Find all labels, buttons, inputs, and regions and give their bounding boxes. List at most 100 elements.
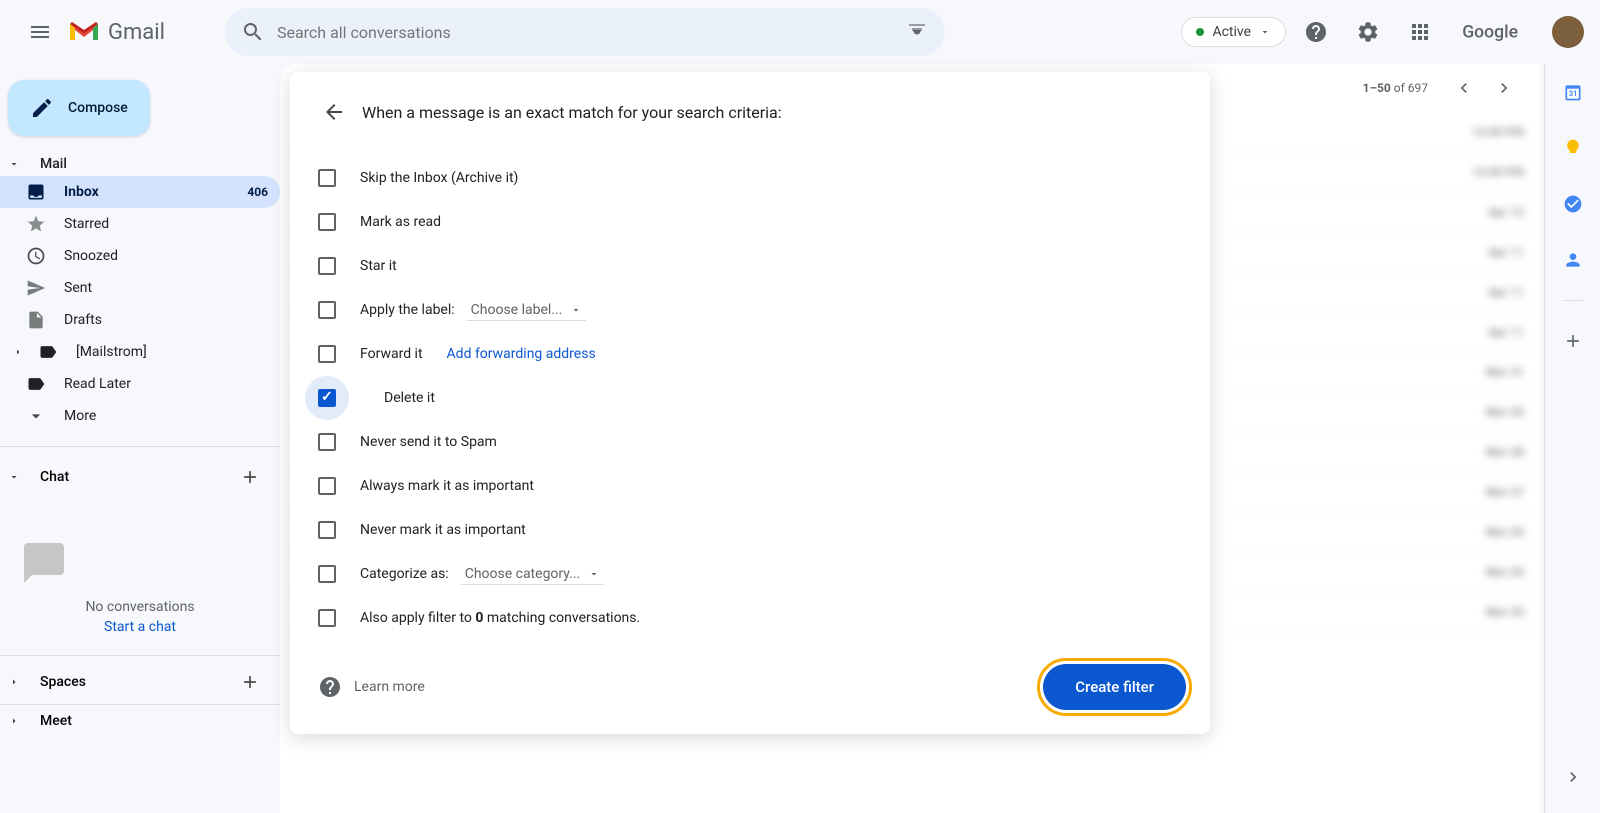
chat-section: Chat No conversations Start a chat — [0, 446, 280, 655]
meet-header-label: Meet — [40, 713, 72, 729]
chat-header-label: Chat — [40, 469, 69, 485]
category-select[interactable]: Choose category... — [461, 564, 605, 585]
filter-label: Never send it to Spam — [360, 434, 497, 450]
checkbox-categorize[interactable] — [318, 565, 336, 583]
collapse-panel-button[interactable] — [1553, 757, 1593, 797]
dialog-header: When a message is an exact match for you… — [314, 92, 1186, 132]
nav-label: Read Later — [64, 376, 268, 392]
filter-row-star: Star it — [318, 244, 1186, 288]
filter-row-alsoapply: Also apply filter to 0 matching conversa… — [318, 596, 1186, 640]
sidebar-item-snoozed[interactable]: Snoozed — [0, 240, 280, 272]
filter-row-neverspam: Never send it to Spam — [318, 420, 1186, 464]
sidebar-item-drafts[interactable]: Drafts — [0, 304, 280, 336]
checkbox-mark-read[interactable] — [318, 213, 336, 231]
filter-label: Delete it — [384, 390, 435, 406]
chat-header[interactable]: Chat — [0, 455, 280, 499]
divider — [1563, 300, 1583, 301]
checkbox-apply-label[interactable] — [318, 301, 336, 319]
meet-section: Meet — [0, 704, 280, 733]
checkbox-also-apply[interactable] — [318, 609, 336, 627]
new-space-button[interactable] — [232, 664, 268, 700]
search-icon — [241, 20, 265, 44]
sidebar-item-inbox[interactable]: Inbox 406 — [0, 176, 280, 208]
filter-label: Never mark it as important — [360, 522, 526, 538]
filter-row-delete: Delete it — [318, 376, 1186, 420]
logo-text: Gmail — [108, 20, 165, 45]
filter-label: Skip the Inbox (Archive it) — [360, 170, 518, 186]
header-right: Active Google — [1181, 10, 1584, 54]
checkbox-skip-inbox[interactable] — [318, 169, 336, 187]
header: Gmail Active Google — [0, 0, 1600, 64]
keep-button[interactable] — [1553, 128, 1593, 168]
checkbox-never-important[interactable] — [318, 521, 336, 539]
tasks-button[interactable] — [1553, 184, 1593, 224]
mail-header[interactable]: Mail — [0, 152, 280, 176]
next-page-button[interactable] — [1484, 68, 1524, 108]
sidebar: Compose Mail Inbox 406 Starred Snoozed S… — [0, 64, 280, 813]
start-chat-link[interactable]: Start a chat — [20, 619, 260, 635]
contacts-button[interactable] — [1553, 240, 1593, 280]
help-icon — [1304, 20, 1328, 44]
meet-header[interactable]: Meet — [0, 709, 280, 733]
spaces-header-label: Spaces — [40, 674, 86, 690]
chevron-right-icon — [1563, 767, 1583, 787]
filter-label: Star it — [360, 258, 397, 274]
learn-more-link[interactable]: Learn more — [318, 675, 425, 699]
nav-count: 406 — [247, 185, 268, 199]
add-forwarding-link[interactable]: Add forwarding address — [447, 346, 596, 362]
create-filter-button[interactable]: Create filter — [1043, 664, 1186, 710]
send-icon — [26, 278, 46, 298]
label-select[interactable]: Choose label... — [467, 300, 587, 321]
pencil-icon — [30, 96, 54, 120]
nav-label: Inbox — [64, 184, 247, 200]
sidebar-item-more[interactable]: More — [0, 400, 280, 432]
prev-page-button[interactable] — [1444, 68, 1484, 108]
search-options-icon[interactable] — [905, 20, 929, 44]
main-menu-button[interactable] — [16, 8, 64, 56]
filter-label: Mark as read — [360, 214, 441, 230]
new-chat-button[interactable] — [232, 459, 268, 495]
help-icon — [318, 675, 342, 699]
checkbox-always-important[interactable] — [318, 477, 336, 495]
search-bar[interactable] — [225, 8, 945, 56]
back-button[interactable] — [314, 92, 354, 132]
chevron-left-icon — [1454, 78, 1474, 98]
compose-button[interactable]: Compose — [8, 80, 150, 136]
filter-label: Also apply filter to 0 matching conversa… — [360, 610, 640, 626]
checkbox-forward[interactable] — [318, 345, 336, 363]
settings-button[interactable] — [1346, 10, 1390, 54]
account-avatar[interactable] — [1552, 16, 1584, 48]
chevron-down-icon — [26, 406, 46, 426]
draft-icon — [26, 310, 46, 330]
spaces-header[interactable]: Spaces — [0, 660, 280, 704]
mail-header-label: Mail — [40, 156, 67, 172]
checkbox-never-spam[interactable] — [318, 433, 336, 451]
sidebar-item-mailstrom[interactable]: [Mailstrom] — [0, 336, 280, 368]
support-button[interactable] — [1294, 10, 1338, 54]
add-addon-button[interactable] — [1553, 321, 1593, 361]
apps-button[interactable] — [1398, 10, 1442, 54]
filter-row-categorize: Categorize as: Choose category... — [318, 552, 1186, 596]
label-icon — [26, 374, 46, 394]
filter-row-forward: Forward it Add forwarding address — [318, 332, 1186, 376]
checkbox-star[interactable] — [318, 257, 336, 275]
filter-label: Always mark it as important — [360, 478, 534, 494]
gmail-logo[interactable]: Gmail — [68, 20, 165, 45]
active-status-badge[interactable]: Active — [1181, 17, 1286, 47]
page-info: 1–50 of 697 — [1363, 81, 1428, 95]
search-input[interactable] — [277, 23, 905, 42]
checkbox-delete[interactable] — [318, 389, 336, 407]
nav-label: Starred — [64, 216, 268, 232]
svg-text:31: 31 — [1568, 89, 1577, 98]
chevron-right-icon — [8, 715, 20, 727]
filter-label: Categorize as: — [360, 566, 449, 582]
filter-options: Skip the Inbox (Archive it) Mark as read… — [314, 156, 1186, 640]
nav-label: More — [64, 408, 268, 424]
apps-grid-icon — [1408, 20, 1432, 44]
sidebar-item-readlater[interactable]: Read Later — [0, 368, 280, 400]
calendar-button[interactable]: 31 — [1553, 72, 1593, 112]
filter-row-alwaysimportant: Always mark it as important — [318, 464, 1186, 508]
sidebar-item-starred[interactable]: Starred — [0, 208, 280, 240]
chevron-down-icon — [8, 158, 20, 170]
sidebar-item-sent[interactable]: Sent — [0, 272, 280, 304]
